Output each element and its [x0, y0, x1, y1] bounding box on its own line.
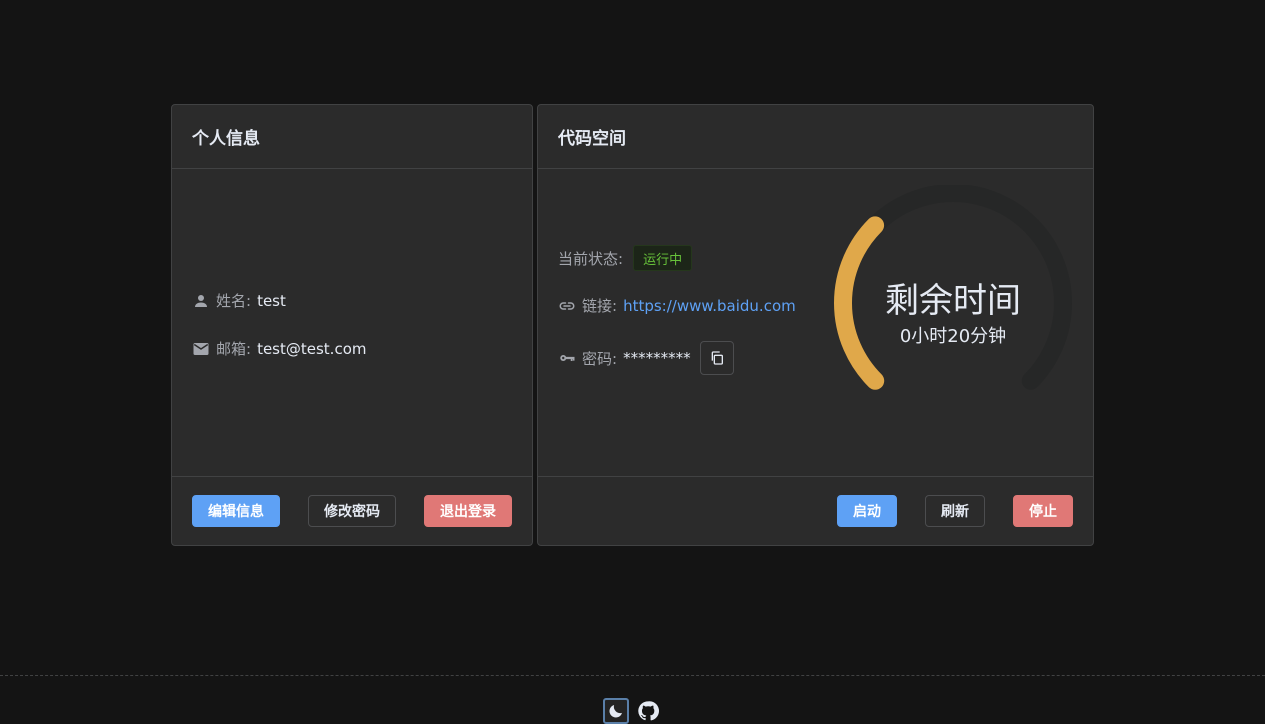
change-password-button[interactable]: 修改密码 [308, 495, 396, 527]
email-value: test@test.com [257, 339, 367, 358]
status-label: 当前状态: [558, 249, 624, 268]
email-row: 邮箱: test@test.com [192, 338, 366, 359]
password-label: 密码: [582, 349, 618, 368]
email-label: 邮箱: [216, 340, 252, 358]
start-button[interactable]: 启动 [837, 495, 897, 527]
user-icon [195, 294, 207, 307]
name-label: 姓名: [216, 292, 252, 310]
profile-card-footer: 编辑信息 修改密码 退出登录 [172, 476, 532, 545]
name-value: test [257, 291, 286, 310]
gauge-title: 剩余时间 [885, 281, 1021, 321]
code-space-card-title: 代码空间 [538, 105, 1093, 169]
password-value: ********* [623, 349, 691, 367]
code-space-card: 代码空间 当前状态: 运行中 链接: https://www.baidu.com… [537, 104, 1094, 546]
name-row: 姓名: test [192, 290, 286, 311]
profile-card: 个人信息 姓名: test 邮箱: test@test.com 编辑信息 修改密… [171, 104, 533, 546]
github-icon[interactable] [637, 700, 659, 722]
copy-icon [711, 351, 723, 365]
theme-toggle-button[interactable] [603, 698, 629, 724]
edit-info-button[interactable]: 编辑信息 [192, 495, 280, 527]
space-link[interactable]: https://www.baidu.com [623, 297, 796, 315]
footer-icons [603, 698, 659, 724]
link-row: 链接: https://www.baidu.com [558, 295, 796, 316]
stop-button[interactable]: 停止 [1013, 495, 1073, 527]
password-row: 密码: ********* [558, 341, 734, 375]
gauge-value: 0小时20分钟 [899, 326, 1007, 347]
link-icon [559, 301, 575, 310]
status-row: 当前状态: 运行中 [558, 245, 693, 271]
copy-password-button[interactable] [699, 341, 734, 375]
mail-icon [193, 342, 209, 355]
moon-icon [609, 705, 622, 718]
footer-divider [0, 675, 1265, 676]
status-badge: 运行中 [633, 245, 693, 271]
key-icon [560, 355, 575, 361]
code-space-card-footer: 启动 刷新 停止 [538, 476, 1093, 545]
logout-button[interactable]: 退出登录 [424, 495, 512, 527]
refresh-button[interactable]: 刷新 [925, 495, 985, 527]
link-label: 链接: [582, 297, 618, 315]
profile-card-title: 个人信息 [172, 105, 532, 169]
remaining-time-gauge: 剩余时间 0小时20分钟 [828, 184, 1078, 425]
